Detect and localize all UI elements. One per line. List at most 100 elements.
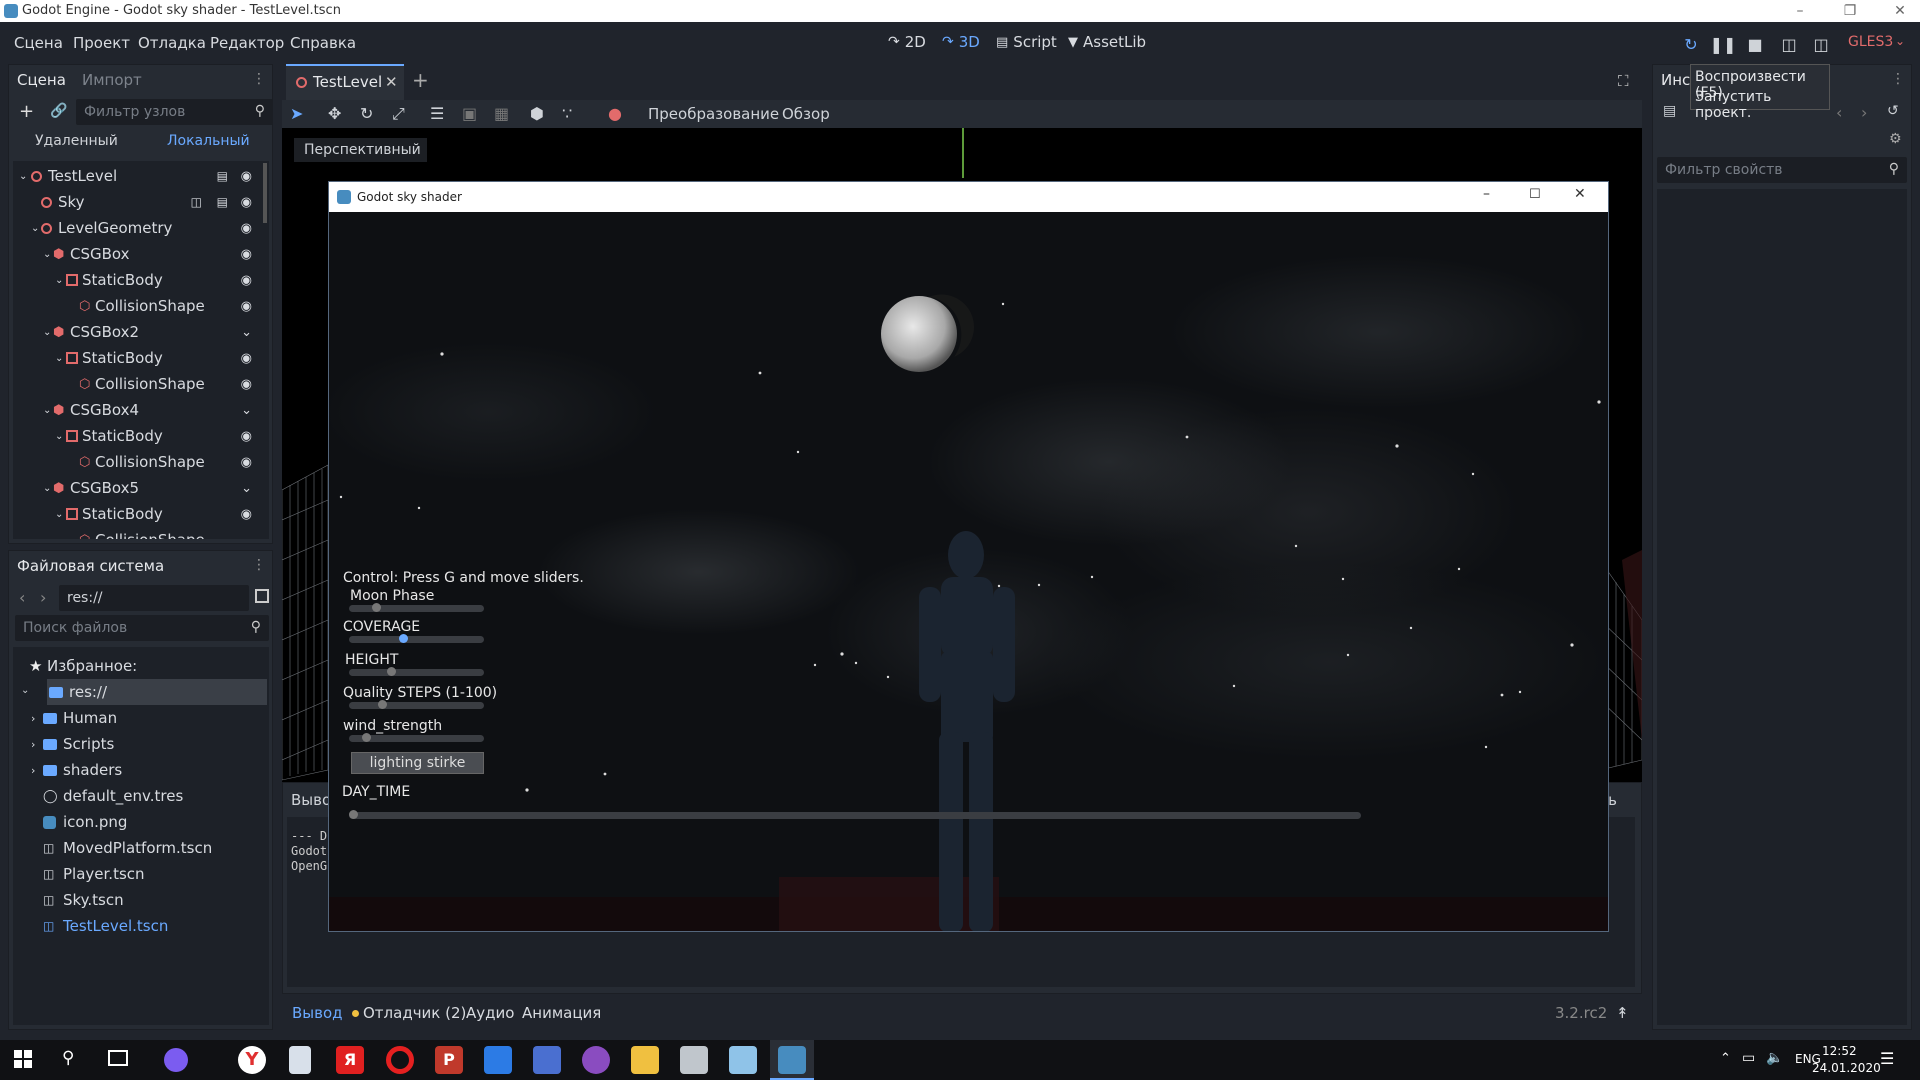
expand-panel-icon[interactable]: ↟	[1616, 1004, 1629, 1022]
p-app-icon[interactable]: P	[435, 1046, 463, 1074]
visibility-eye-icon[interactable]: ◉	[241, 169, 252, 184]
link-icon[interactable]: 🔗	[50, 103, 67, 119]
path-field[interactable]: res://	[59, 585, 249, 611]
mode-3d-button[interactable]: ↷ 3D	[942, 33, 980, 51]
file-item-folder[interactable]: › Scripts	[13, 731, 268, 757]
file-search-input[interactable]: Поиск файлов ⚲	[15, 615, 269, 641]
minimize-button[interactable]: –	[1483, 186, 1490, 202]
tab-output[interactable]: Вывод	[292, 1004, 343, 1022]
file-item[interactable]: ◫ MovedPlatform.tscn	[13, 835, 268, 861]
tab-scene[interactable]: Сцена	[17, 71, 66, 89]
close-tab-icon[interactable]: ✕	[385, 73, 398, 91]
play-icon[interactable]: ↻	[1680, 33, 1702, 55]
pause-icon[interactable]: ❚❚	[1710, 33, 1737, 55]
windows-start-icon[interactable]	[14, 1050, 32, 1068]
search-icon[interactable]: ⚲	[62, 1048, 74, 1068]
slider-grabber[interactable]	[399, 634, 409, 643]
minimize-button[interactable]: –	[1780, 0, 1820, 22]
local-tab[interactable]: Локальный	[167, 133, 250, 149]
history-icon[interactable]: ↺	[1887, 103, 1899, 119]
menu-project[interactable]: Проект	[73, 34, 130, 52]
visibility-eye-icon[interactable]: ◉	[241, 507, 252, 522]
visibility-eye-icon[interactable]: ◉	[241, 195, 252, 210]
tree-node-csgbox2[interactable]: ⌄ ⬢ CSGBox2 ⌄	[13, 319, 268, 345]
network-icon[interactable]: ▭	[1742, 1050, 1755, 1066]
notification-icon[interactable]: ☰	[1880, 1049, 1894, 1068]
yandex-icon[interactable]: Я	[336, 1046, 364, 1074]
remote-tab[interactable]: Удаленный	[35, 133, 118, 149]
slider-grabber[interactable]	[349, 810, 358, 819]
maximize-button[interactable]: ❐	[1830, 0, 1870, 22]
daytime-slider[interactable]	[349, 810, 1361, 819]
maximize-button[interactable]: ☐	[1529, 187, 1541, 202]
play-scene-icon[interactable]: ◫	[1778, 33, 1800, 55]
visibility-eye-icon[interactable]: ◉	[241, 247, 252, 262]
tree-node-collisionshape[interactable]: ⬡ CollisionShape ◉	[13, 449, 268, 475]
messenger-icon[interactable]	[484, 1046, 512, 1074]
hidden-eye-icon[interactable]: ⌄	[241, 403, 252, 418]
add-tab-icon[interactable]: +	[412, 68, 429, 92]
renderer-select[interactable]: GLES3	[1848, 34, 1893, 50]
visibility-eye-icon[interactable]: ◉	[241, 455, 252, 470]
floppy-icon[interactable]	[533, 1046, 561, 1074]
file-item-folder[interactable]: › shaders	[13, 757, 268, 783]
coverage-slider[interactable]	[349, 634, 484, 643]
tab-debugger[interactable]: Отладчик (2)	[363, 1004, 466, 1022]
tab-animation[interactable]: Анимация	[522, 1004, 601, 1022]
file-item[interactable]: ◫ Player.tscn	[13, 861, 268, 887]
visibility-eye-icon[interactable]: ◉	[241, 221, 252, 236]
file-item-folder[interactable]: › Human	[13, 705, 268, 731]
scene-tab[interactable]: TestLevel ✕	[286, 64, 404, 100]
tree-node-sky[interactable]: Sky ◫ ▤ ◉	[13, 189, 268, 215]
stop-icon[interactable]: ■	[1744, 33, 1766, 55]
tree-node-staticbody[interactable]: ⌄ StaticBody ◉	[13, 501, 268, 527]
app-icon[interactable]	[680, 1046, 708, 1074]
hidden-eye-icon[interactable]: ⌄	[241, 481, 252, 496]
file-explorer-icon[interactable]	[631, 1046, 659, 1074]
tree-scrollbar[interactable]	[263, 163, 267, 223]
visibility-eye-icon[interactable]: ◉	[241, 429, 252, 444]
play-custom-scene-icon[interactable]: ◫	[1810, 33, 1832, 55]
close-button[interactable]: ✕	[1880, 0, 1920, 22]
node-filter-input[interactable]: Фильтр узлов ⚲	[76, 99, 273, 125]
tree-node-collisionshape[interactable]: ⬡ CollisionShape ◉	[13, 293, 268, 319]
more-icon[interactable]: ⋮	[1891, 71, 1905, 87]
close-button[interactable]: ✕	[1574, 186, 1586, 202]
slider-grabber[interactable]	[377, 700, 387, 709]
tree-node-csgbox[interactable]: ⌄ ⬢ CSGBox ◉	[13, 241, 268, 267]
hidden-eye-icon[interactable]: ⌄	[241, 325, 252, 340]
mode-2d-button[interactable]: ↷ 2D	[888, 33, 926, 51]
tab-audio[interactable]: Аудио	[466, 1004, 514, 1022]
forward-arrow-icon[interactable]: ›	[40, 588, 46, 607]
tree-node-staticbody[interactable]: ⌄ StaticBody ◉	[13, 423, 268, 449]
mode-script-button[interactable]: ▤ Script	[996, 33, 1057, 51]
visibility-eye-icon[interactable]: ◉	[241, 299, 252, 314]
wind-strength-slider[interactable]	[349, 733, 484, 742]
file-item-current[interactable]: ◫ TestLevel.tscn	[13, 913, 268, 939]
split-view-icon[interactable]	[255, 589, 269, 603]
discord-like-icon[interactable]	[582, 1046, 610, 1074]
menu-debug[interactable]: Отладка	[138, 34, 206, 52]
mode-assetlib-button[interactable]: ▼ AssetLib	[1068, 33, 1146, 51]
more-icon[interactable]: ⋮	[252, 71, 266, 87]
settings-icon[interactable]: ⚙	[1889, 131, 1902, 147]
forward-arrow-icon[interactable]: ›	[1861, 103, 1867, 122]
property-filter-input[interactable]: Фильтр свойств ⚲	[1657, 157, 1907, 183]
tree-node-csgbox5[interactable]: ⌄ ⬢ CSGBox5 ⌄	[13, 475, 268, 501]
task-view-icon[interactable]	[108, 1050, 128, 1066]
instance-icon[interactable]: ◫	[191, 195, 202, 209]
script-icon[interactable]: ▤	[217, 169, 228, 183]
volume-icon[interactable]: 🔈	[1766, 1050, 1783, 1066]
alice-icon[interactable]	[164, 1048, 188, 1072]
script-icon[interactable]: ▤	[217, 195, 228, 209]
tree-node-collisionshape[interactable]: ⬡ CollisionShape	[13, 527, 268, 539]
slider-grabber[interactable]	[361, 733, 371, 742]
tree-node-levelgeometry[interactable]: ⌄ LevelGeometry ◉	[13, 215, 268, 241]
menu-scene[interactable]: Сцена	[14, 34, 63, 52]
menu-help[interactable]: Справка	[290, 34, 356, 52]
slider-grabber[interactable]	[371, 603, 381, 612]
file-item[interactable]: ◫ Sky.tscn	[13, 887, 268, 913]
visibility-eye-icon[interactable]: ◉	[241, 273, 252, 288]
quality-slider[interactable]	[349, 700, 484, 709]
chevron-down-icon[interactable]: ⌄	[21, 685, 29, 696]
